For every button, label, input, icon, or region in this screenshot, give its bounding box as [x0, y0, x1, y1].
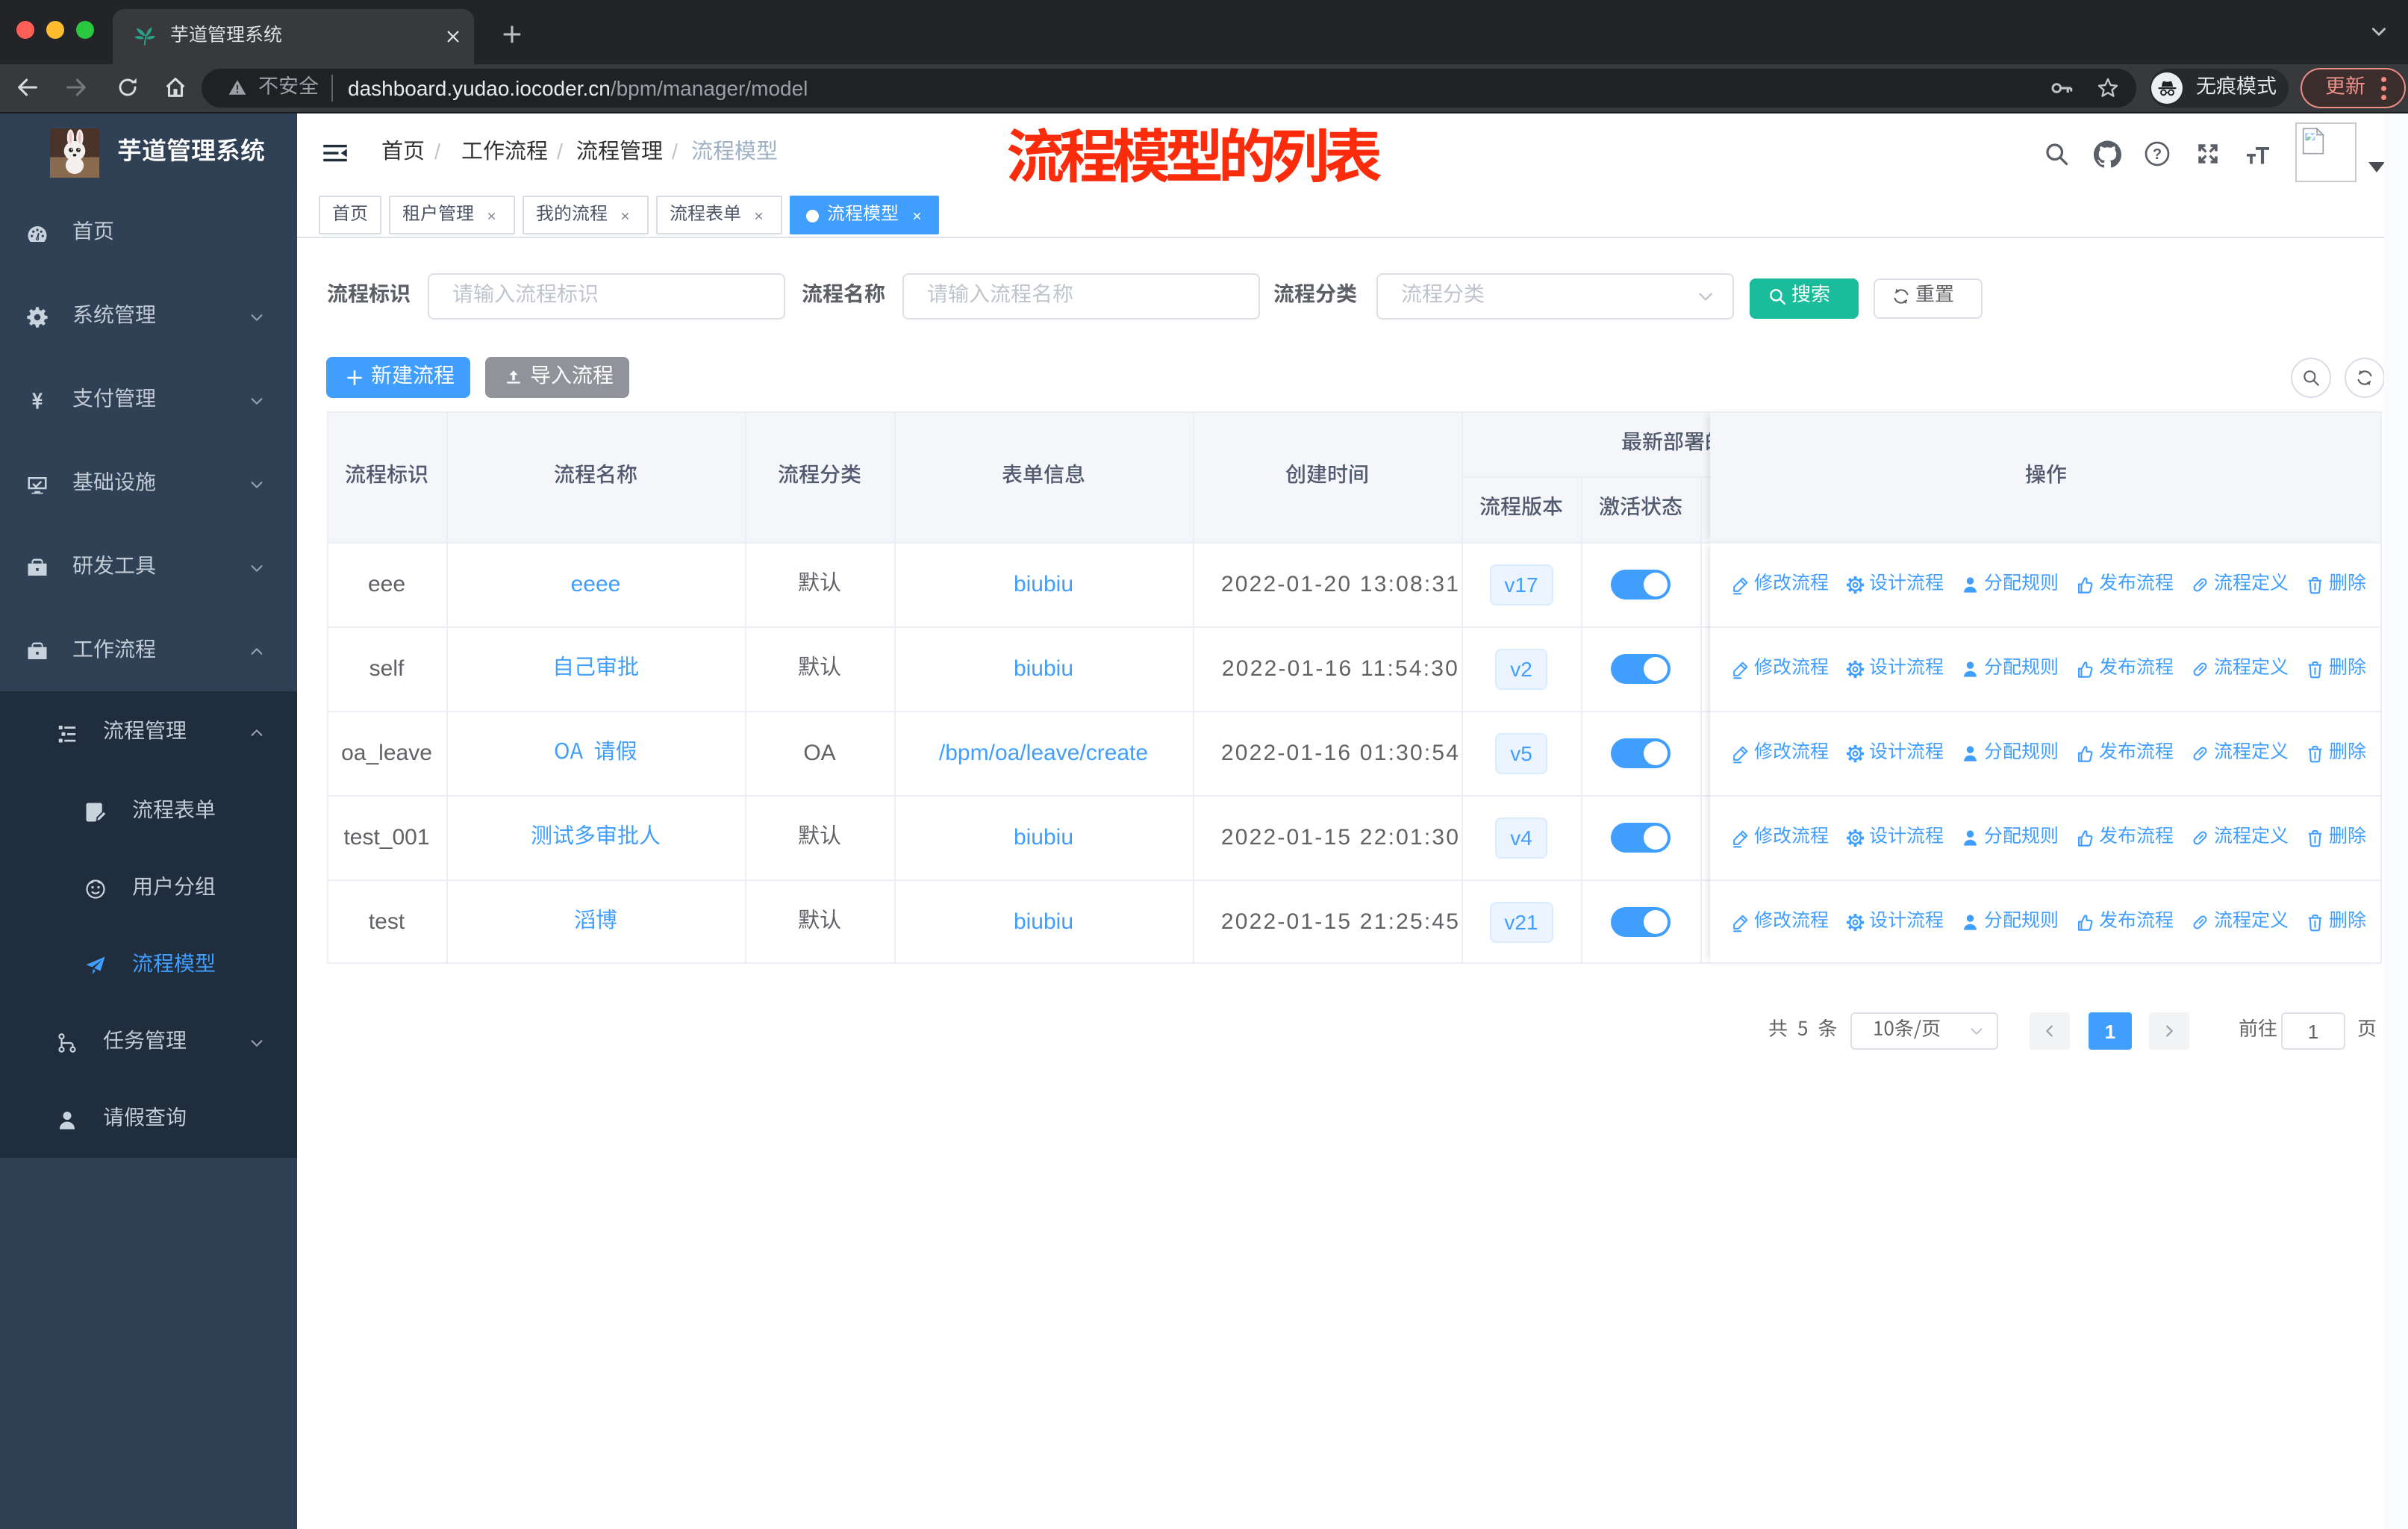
svg-text:?: ? [2153, 146, 2162, 163]
